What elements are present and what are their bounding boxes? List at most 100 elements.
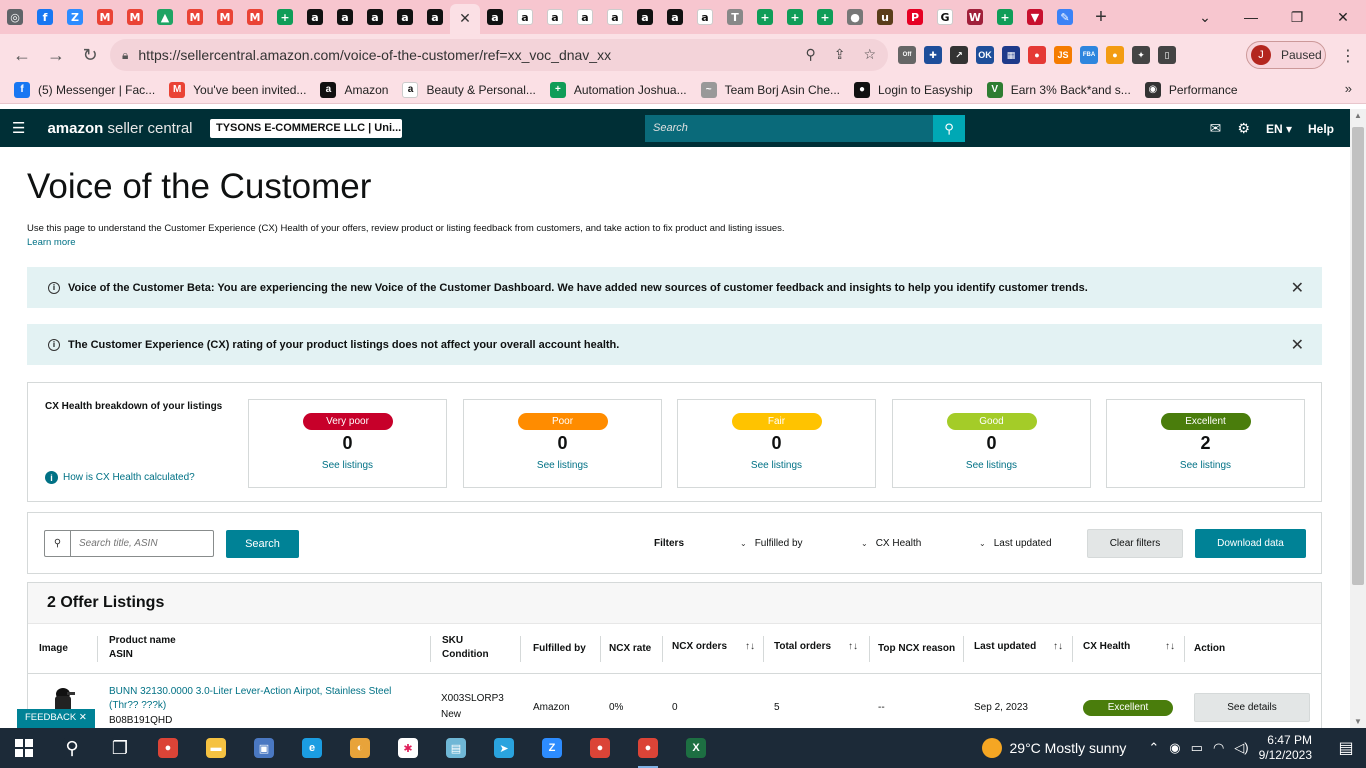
reload-icon[interactable]: ↻ [74, 39, 106, 71]
lock-icon[interactable]: 🔒︎ [122, 48, 128, 63]
col-product-name[interactable]: Product name ASIN [109, 634, 176, 662]
taskbar-app[interactable]: ● [624, 728, 672, 768]
taskbar-app[interactable]: ▤ [432, 728, 480, 768]
col-ncx-orders[interactable]: NCX orders ↑↓ [672, 640, 762, 654]
sort-icon[interactable]: ↑↓ [1165, 640, 1175, 654]
sidepanel-icon[interactable]: ▯ [1158, 46, 1176, 64]
menu-icon[interactable]: ⋮ [1340, 46, 1356, 66]
browser-tab[interactable]: a [420, 0, 450, 34]
chevron-down-icon[interactable]: ⌄ [1182, 0, 1228, 34]
browser-tab[interactable]: a [300, 0, 330, 34]
col-cx-health[interactable]: CX Health ↑↓ [1083, 640, 1183, 654]
coupon-off-icon[interactable]: Off [898, 46, 916, 64]
cx-health-dropdown[interactable]: ⌄ CX Health [861, 538, 921, 549]
browser-tab[interactable]: T [720, 0, 750, 34]
minimize-icon[interactable]: — [1228, 0, 1274, 34]
close-icon[interactable]: ✕ [1291, 278, 1304, 298]
browser-tab[interactable]: ▲ [150, 0, 180, 34]
product-name-link[interactable]: BUNN 32130.0000 3.0-Liter Lever-Action A… [109, 685, 419, 713]
browser-tab[interactable]: a [360, 0, 390, 34]
restore-icon[interactable]: ❐ [1274, 0, 1320, 34]
clock[interactable]: 6:47 PM 9/12/2023 [1259, 733, 1312, 763]
bookmark-item[interactable]: f (5) Messenger | Fac... [14, 81, 155, 98]
see-details-button[interactable]: See details [1194, 693, 1310, 722]
browser-tab[interactable]: M [120, 0, 150, 34]
col-sku[interactable]: SKU Condition [442, 634, 489, 662]
gear-icon[interactable]: ⚙ [1237, 120, 1250, 137]
browser-tab[interactable]: ● [840, 0, 870, 34]
browser-tab[interactable]: + [750, 0, 780, 34]
back-icon[interactable]: ← [6, 39, 38, 71]
col-fulfilled-by[interactable]: Fulfilled by [533, 642, 586, 656]
notification-icon[interactable]: ▤ [1326, 728, 1366, 768]
share-icon[interactable]: ⇪ [834, 46, 846, 63]
bookmark-item[interactable]: ~ Team Borj Asin Che... [700, 81, 840, 98]
sort-icon[interactable]: ↑↓ [1053, 640, 1063, 654]
clear-filters-button[interactable]: Clear filters [1087, 529, 1183, 558]
bookmark-item[interactable]: a Amazon [320, 81, 388, 98]
see-listings-link[interactable]: See listings [893, 460, 1090, 471]
search-button[interactable]: Search [226, 530, 299, 558]
scroll-up-icon[interactable]: ▲ [1354, 111, 1362, 120]
taskbar-app[interactable]: ● [144, 728, 192, 768]
browser-tab[interactable]: a [690, 0, 720, 34]
url-bar[interactable]: 🔒︎ https://sellercentral.amazon.com/voic… [110, 39, 888, 71]
taskbar-app[interactable]: ➤ [480, 728, 528, 768]
browser-tab[interactable]: a [510, 0, 540, 34]
browser-tab[interactable]: Z [60, 0, 90, 34]
browser-tab[interactable]: M [90, 0, 120, 34]
close-icon[interactable]: ✕ [1291, 335, 1304, 355]
page-scrollbar[interactable]: ▲ ▼ [1350, 109, 1366, 728]
feedback-tab[interactable]: FEEDBACK ✕ [17, 709, 95, 728]
zoom-icon[interactable]: ⚲ [805, 46, 815, 63]
hamburger-menu-icon[interactable]: ☰ [12, 119, 25, 137]
col-top-ncx-reason[interactable]: Top NCX reason [878, 642, 955, 656]
help-link[interactable]: Help [1308, 122, 1334, 136]
see-listings-link[interactable]: See listings [464, 460, 661, 471]
browser-tab[interactable]: ▼ [1020, 0, 1050, 34]
grid-icon[interactable]: ▦ [1002, 46, 1020, 64]
browser-tab[interactable]: + [780, 0, 810, 34]
browser-tab[interactable]: u [870, 0, 900, 34]
puzzle-icon[interactable]: ✦ [1132, 46, 1150, 64]
taskbar-app[interactable]: ❐ [96, 728, 144, 768]
extension-icon[interactable]: ✚ [924, 46, 942, 64]
bookmark-item[interactable]: V Earn 3% Back*and s... [986, 81, 1131, 98]
close-window-icon[interactable]: ✕ [1320, 0, 1366, 34]
browser-tab[interactable]: ✎ [1050, 0, 1080, 34]
browser-tab[interactable]: a [540, 0, 570, 34]
profile-button[interactable]: J Paused [1246, 41, 1326, 69]
weather-widget[interactable]: 29°C Mostly sunny [981, 738, 1126, 758]
learn-more-link[interactable]: Learn more [27, 237, 76, 248]
url-text[interactable]: https://sellercentral.amazon.com/voice-o… [138, 47, 611, 63]
bookmark-item[interactable]: ● Login to Easyship [854, 81, 973, 98]
header-search-input[interactable]: Search [645, 115, 935, 142]
battery-icon[interactable]: ▭ [1191, 740, 1203, 756]
cx-how-text[interactable]: How is CX Health calculated? [63, 472, 195, 483]
scroll-down-icon[interactable]: ▼ [1354, 717, 1362, 726]
store-selector[interactable]: TYSONS E-COMMERCE LLC | Uni... [210, 119, 402, 138]
search-icon[interactable]: ⚲ [933, 115, 965, 142]
taskbar-app[interactable]: X [672, 728, 720, 768]
browser-tab[interactable]: + [990, 0, 1020, 34]
cursor-icon[interactable]: ↗ [950, 46, 968, 64]
browser-tab[interactable]: a [390, 0, 420, 34]
fire-icon[interactable]: ● [1106, 46, 1124, 64]
sort-icon[interactable]: ↑↓ [848, 640, 858, 654]
col-total-orders[interactable]: Total orders ↑↓ [774, 640, 869, 654]
browser-tab[interactable]: ✕ [450, 4, 480, 34]
search-input[interactable] [79, 538, 204, 549]
browser-tab[interactable]: G [930, 0, 960, 34]
camera-icon[interactable]: ◉ [1169, 740, 1180, 756]
browser-tab[interactable]: M [240, 0, 270, 34]
see-listings-link[interactable]: See listings [678, 460, 875, 471]
bookmark-item[interactable]: ◉ Performance [1144, 81, 1238, 98]
see-listings-link[interactable]: See listings [1107, 460, 1304, 471]
bookmark-item[interactable]: a Beauty & Personal... [402, 81, 536, 98]
browser-tab[interactable]: W [960, 0, 990, 34]
volume-icon[interactable]: ◁) [1234, 740, 1248, 756]
browser-tab[interactable]: a [660, 0, 690, 34]
mail-icon[interactable]: ✉ [1210, 120, 1222, 137]
browser-tab[interactable]: a [330, 0, 360, 34]
browser-tab[interactable]: a [480, 0, 510, 34]
